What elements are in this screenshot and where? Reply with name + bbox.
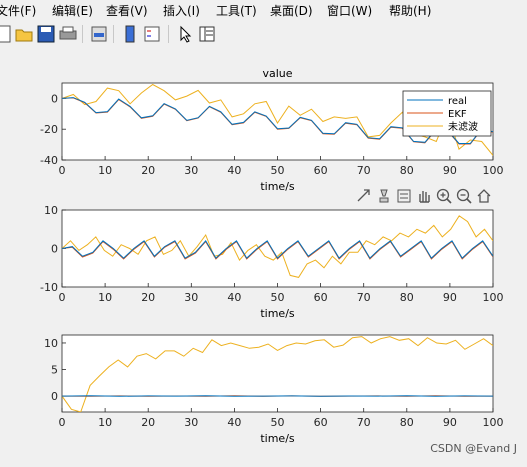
x-tick-label: 90 [443, 291, 457, 304]
y-tick-label: 10 [44, 337, 58, 350]
menu-item-5[interactable]: 桌面(D) [270, 2, 313, 19]
open-folder-icon[interactable] [14, 24, 34, 44]
y-tick-label: -20 [40, 123, 58, 136]
x-tick-label: 50 [271, 164, 285, 177]
series-line-real [62, 395, 493, 397]
insert-legend-icon[interactable] [142, 24, 162, 44]
legend-label: 未滤波 [448, 120, 478, 133]
save-icon[interactable] [36, 24, 56, 44]
toolbar-separator [168, 25, 169, 43]
new-file-icon[interactable] [0, 24, 14, 44]
pan-icon[interactable] [419, 191, 430, 203]
x-tick-label: 40 [227, 164, 241, 177]
x-tick-label: 100 [483, 416, 504, 429]
y-tick-label: -10 [40, 281, 58, 294]
x-tick-label: 50 [271, 291, 285, 304]
x-tick-label: 30 [184, 416, 198, 429]
x-tick-label: 70 [357, 416, 371, 429]
x-tick-label: 90 [443, 416, 457, 429]
y-tick-label: 5 [51, 364, 58, 377]
plots-svg: 0 10 20 30 40 50 60 70 80 90 100-40-200valuetime/s… [40, 67, 504, 445]
x-tick-label: 60 [314, 291, 328, 304]
chart-3: 0 10 20 30 40 50 60 70 80 90 100 0 5 10 time/s [44, 334, 504, 445]
x-tick-label: 60 [314, 164, 328, 177]
axes-toolbar [357, 188, 491, 204]
x-tick-label: 100 [483, 164, 504, 177]
x-tick-label: 10 [98, 416, 112, 429]
x-axis-label: time/s [260, 432, 295, 445]
y-tick-label: -40 [40, 154, 58, 167]
x-tick-label: 20 [141, 291, 155, 304]
y-tick-label: 0 [51, 243, 58, 256]
toolbar-separator [113, 25, 114, 43]
print-preview-icon[interactable] [89, 24, 109, 44]
x-tick-label: 10 [98, 164, 112, 177]
insert-colorbar-icon[interactable] [120, 24, 140, 44]
home-icon[interactable] [477, 189, 491, 203]
figure-canvas: 0 10 20 30 40 50 60 70 80 90 100 -40 -20 0 value time/s… [0, 50, 527, 463]
plot-area [61, 334, 494, 413]
chart-title: value [262, 67, 292, 80]
legend-label: real [448, 96, 467, 107]
x-tick-label: 0 [59, 291, 66, 304]
figure-toolbar [0, 21, 527, 49]
chart-1: 0 10 20 30 40 50 60 70 80 90 100 -40 -20 0 value time/s… [40, 67, 503, 193]
menu-item-4[interactable]: 工具(T) [216, 2, 257, 19]
menu-item-3[interactable]: 插入(I) [163, 2, 200, 19]
chart-legend[interactable]: real EKF未滤波 [402, 90, 492, 137]
x-tick-label: 100 [483, 291, 504, 304]
property-editor-icon[interactable] [197, 24, 217, 44]
zoom-in-icon[interactable] [436, 188, 452, 204]
pointer-icon[interactable] [175, 24, 195, 44]
x-axis-label: time/s [260, 180, 295, 193]
x-tick-label: 30 [184, 164, 198, 177]
x-tick-label: 70 [357, 164, 371, 177]
data-tips-icon[interactable] [397, 189, 411, 203]
y-tick-label: 0 [51, 390, 58, 403]
plot-area [61, 209, 494, 288]
x-tick-label: 0 [59, 164, 66, 177]
x-tick-label: 70 [357, 291, 371, 304]
x-tick-label: 60 [314, 416, 328, 429]
x-tick-label: 80 [400, 164, 414, 177]
menu-item-2[interactable]: 查看(V) [106, 2, 148, 19]
menu-bar: 文件(F) 编辑(E) 查看(V) 插入(I) 工具(T) 桌面(D) 窗口(W) 帮助(H) [0, 0, 527, 20]
legend-label: EKF [448, 109, 467, 120]
y-tick-label: 10 [44, 204, 58, 217]
x-tick-label: 20 [141, 164, 155, 177]
toolbar-separator [82, 25, 83, 43]
x-tick-label: 0 [59, 416, 66, 429]
x-tick-label: 40 [227, 291, 241, 304]
x-tick-label: 50 [271, 416, 285, 429]
x-tick-label: 20 [141, 416, 155, 429]
y-tick-label: 0 [51, 92, 58, 105]
menu-item-0[interactable]: 文件(F) [0, 2, 36, 19]
print-icon[interactable] [58, 24, 78, 44]
x-tick-label: 30 [184, 291, 198, 304]
x-axis-label: time/s [260, 307, 295, 320]
x-tick-label: 80 [400, 416, 414, 429]
menu-item-7[interactable]: 帮助(H) [389, 2, 431, 19]
x-tick-label: 80 [400, 291, 414, 304]
x-tick-label: 40 [227, 416, 241, 429]
chart-2: 0 10 20 30 40 50 60 70 80 90 100-10010time/s [40, 204, 503, 320]
watermark: CSDN @Evand J [430, 442, 517, 455]
menu-item-6[interactable]: 窗口(W) [327, 2, 372, 19]
export-icon[interactable] [357, 189, 370, 202]
menu-item-1[interactable]: 编辑(E) [52, 2, 93, 19]
x-tick-label: 10 [98, 291, 112, 304]
brush-icon[interactable] [379, 189, 389, 203]
x-tick-label: 90 [443, 164, 457, 177]
zoom-out-icon[interactable] [456, 188, 472, 204]
